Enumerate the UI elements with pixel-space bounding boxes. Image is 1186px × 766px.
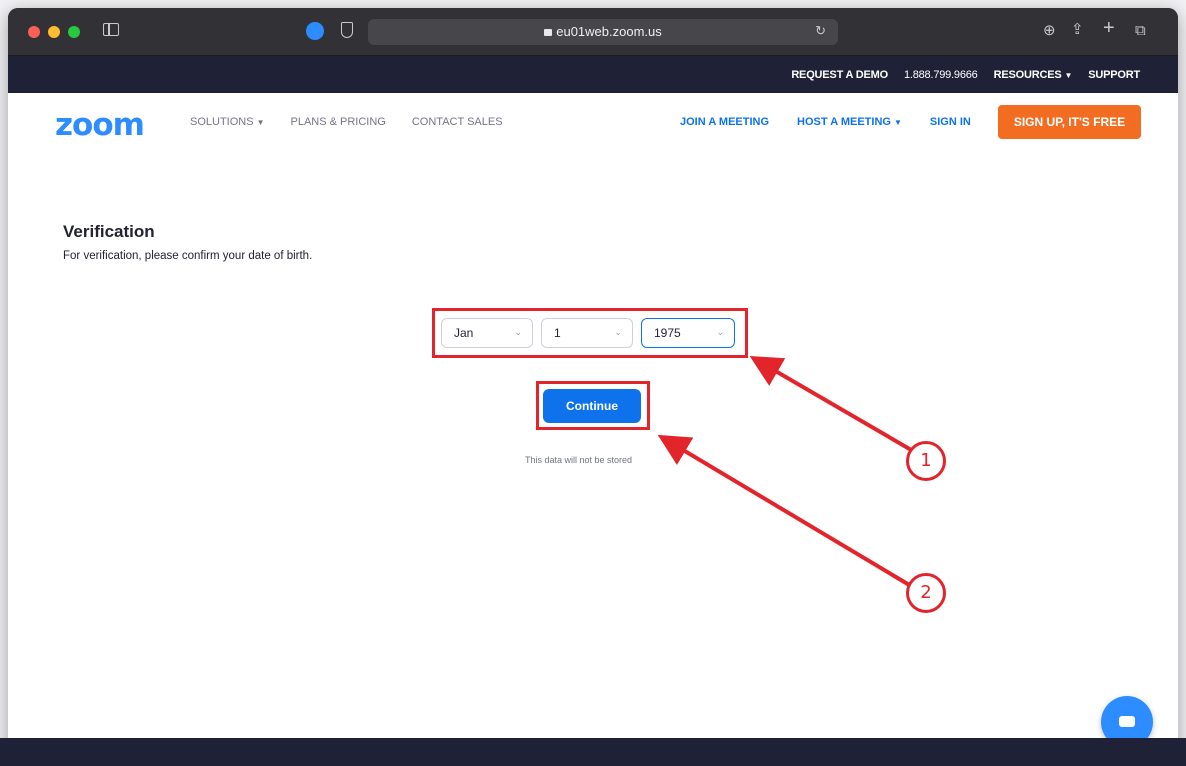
caret-down-icon: ▼: [893, 118, 902, 127]
page-subtitle: For verification, please confirm your da…: [63, 250, 313, 262]
close-window-button[interactable]: [28, 26, 40, 38]
browser-window: eu01web.zoom.us ↻ ⊕ ⇪ + ⧉ REQUEST A DEMO…: [8, 8, 1178, 766]
lock-icon: [544, 29, 553, 36]
tabs-overview-icon[interactable]: ⧉: [1135, 23, 1146, 39]
annotation-badge-2: 2: [906, 573, 946, 613]
sign-up-button[interactable]: SIGN UP, IT'S FREE: [998, 105, 1141, 139]
plans-pricing-link[interactable]: PLANS & PRICING: [291, 116, 386, 128]
address-bar[interactable]: eu01web.zoom.us ↻: [368, 19, 838, 45]
phone-link[interactable]: 1.888.799.9666: [904, 69, 978, 81]
page-title: Verification: [63, 222, 155, 241]
url-text: eu01web.zoom.us: [556, 24, 662, 39]
join-meeting-link[interactable]: JOIN A MEETING: [680, 116, 769, 128]
annotation-highlight-dob: [432, 308, 748, 358]
annotation-highlight-continue: [536, 381, 650, 430]
resources-menu[interactable]: RESOURCES ▼: [994, 69, 1073, 81]
minimize-window-button[interactable]: [48, 26, 60, 38]
host-meeting-menu[interactable]: HOST A MEETING ▼: [797, 116, 902, 128]
annotation-arrow-1: [749, 355, 915, 453]
webpage: REQUEST A DEMO 1.888.799.9666 RESOURCES ▼…: [8, 56, 1178, 748]
resources-label: RESOURCES: [993, 68, 1062, 81]
caret-down-icon: ▼: [256, 118, 265, 127]
shield-icon[interactable]: [341, 22, 353, 38]
browser-titlebar: eu01web.zoom.us ↻ ⊕ ⇪ + ⧉: [8, 8, 1178, 56]
request-demo-link[interactable]: REQUEST A DEMO: [791, 69, 888, 81]
new-tab-icon[interactable]: +: [1103, 18, 1115, 38]
reload-icon[interactable]: ↻: [815, 23, 826, 39]
utility-bar: REQUEST A DEMO 1.888.799.9666 RESOURCES ▼…: [8, 56, 1178, 93]
page-footer-strip: [0, 738, 1186, 766]
solutions-label: SOLUTIONS: [190, 116, 254, 128]
zoom-window-button[interactable]: [68, 26, 80, 38]
sign-in-link[interactable]: SIGN IN: [930, 116, 971, 128]
support-link[interactable]: SUPPORT: [1088, 69, 1140, 81]
solutions-menu[interactable]: SOLUTIONS ▼: [190, 116, 265, 128]
extension-icon[interactable]: [306, 22, 324, 40]
main-navbar: zoom SOLUTIONS ▼ PLANS & PRICING CONTACT …: [8, 93, 1178, 157]
annotation-arrow-2: [657, 434, 913, 588]
download-icon[interactable]: ⊕: [1043, 23, 1056, 39]
caret-down-icon: ▼: [1064, 70, 1073, 80]
sidebar-icon[interactable]: [103, 23, 119, 36]
share-icon[interactable]: ⇪: [1071, 22, 1084, 38]
host-meeting-label: HOST A MEETING: [797, 116, 891, 128]
zoom-logo[interactable]: zoom: [55, 107, 145, 143]
privacy-note: This data will not be stored: [525, 455, 633, 465]
annotation-badge-1: 1: [906, 441, 946, 481]
contact-sales-link[interactable]: CONTACT SALES: [412, 116, 503, 128]
